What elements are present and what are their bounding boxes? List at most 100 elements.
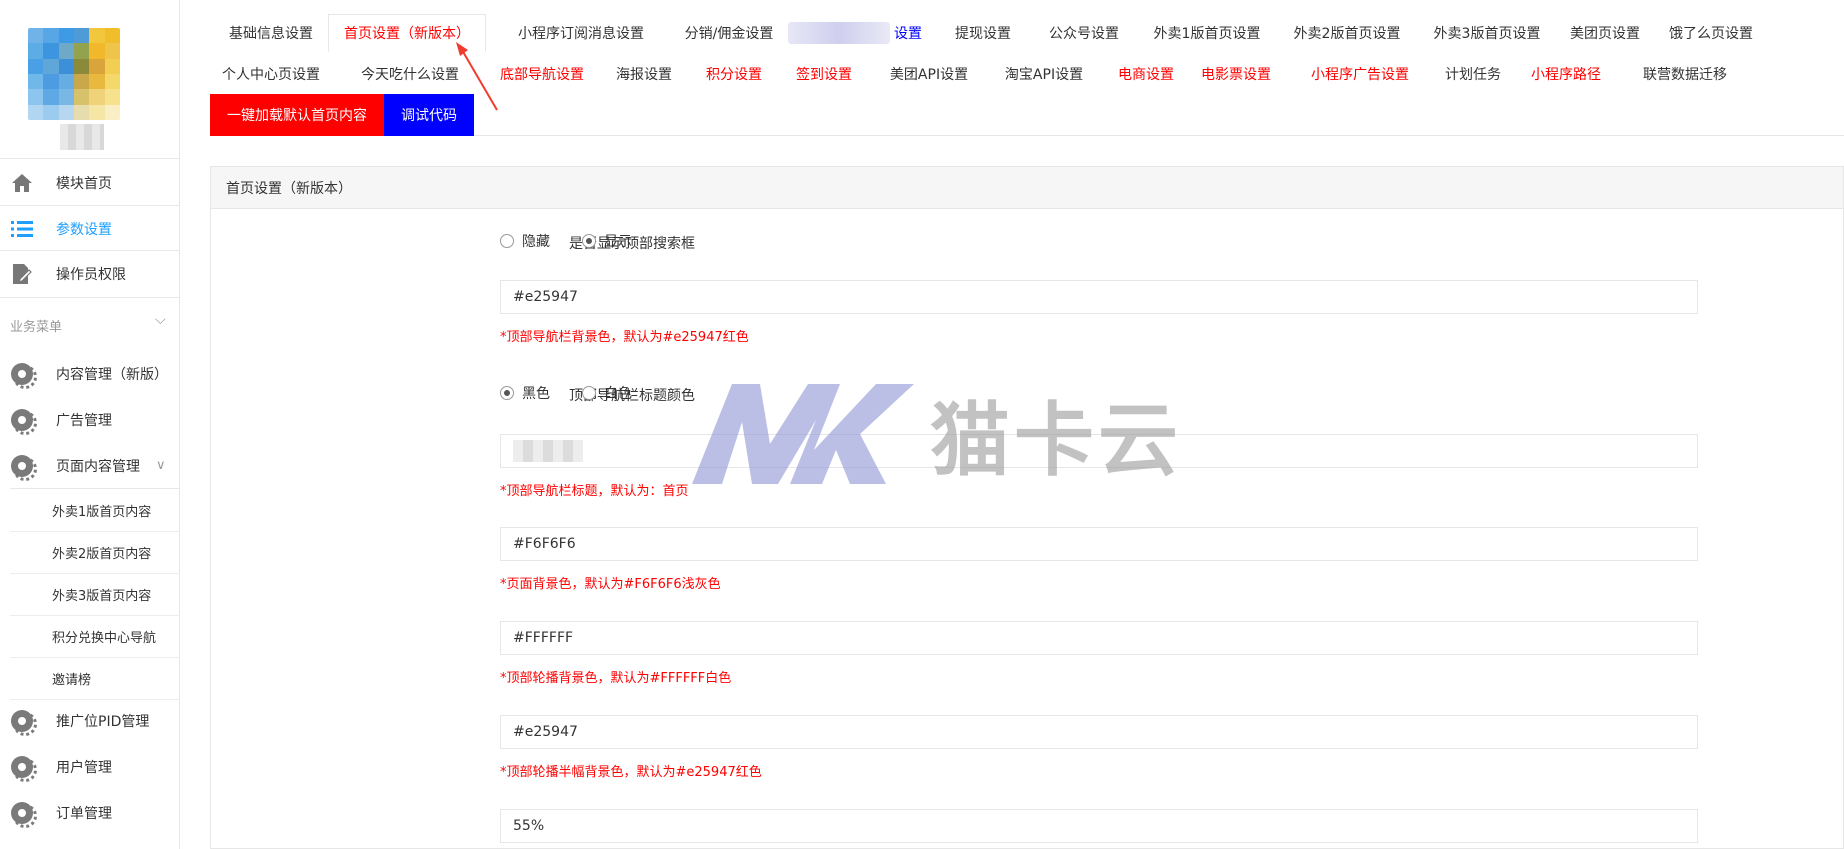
sidebar: 模块首页 参数设置 操作员权限 业务菜单 ⌵ 内容管理（新版） 广告管理 页面内… [0, 0, 180, 849]
tab-blurred-settings[interactable]: 设置 [882, 14, 934, 52]
menu-item-pid-management[interactable]: 推广位PID管理 [0, 698, 180, 743]
tab-profile-page[interactable]: 个人中心页设置 [216, 55, 326, 93]
menu-item-content-management[interactable]: 内容管理（新版） [0, 351, 180, 396]
field-hint: *顶部导航栏背景色，默认为#e25947红色 [500, 330, 749, 345]
chevron-down-icon: ∨ [156, 458, 166, 473]
tab-poster[interactable]: 海报设置 [604, 55, 684, 93]
radio-label: 显示 [604, 234, 632, 250]
menu-label: 推广位PID管理 [56, 713, 150, 730]
gear-icon [10, 801, 37, 828]
nav-title-value-blurred [513, 440, 583, 462]
divider [10, 488, 180, 489]
menu-item-user-management[interactable]: 用户管理 [0, 744, 180, 789]
tab-home-settings-new[interactable]: 首页设置（新版本） [328, 14, 486, 52]
menu-label: 用户管理 [56, 759, 112, 776]
carousel-half-bg-color-input[interactable]: #e25947 [500, 715, 1698, 749]
avatar-logo [28, 28, 120, 120]
chevron-down-icon[interactable]: ⌵ [155, 312, 166, 328]
panel-title: 首页设置（新版本） [211, 167, 1843, 209]
nav-item-operator-permissions[interactable]: 操作员权限 [0, 251, 180, 296]
menu-item-order-management[interactable]: 订单管理 [0, 790, 180, 835]
nav-title-input[interactable] [500, 434, 1698, 468]
form-row-page-bg: 页面背景色 #F6F6F6 *页面背景色，默认为#F6F6F6浅灰色 [211, 527, 1843, 597]
tab-meituan-api[interactable]: 美团API设置 [874, 55, 984, 93]
form-row-nav-bg: 顶部导航栏背景色 #e25947 *顶部导航栏背景色，默认为#e25947红色 [211, 280, 1843, 350]
form-row-carousel-top-height: 顶部轮播背景上部高度 55% [211, 809, 1843, 845]
radio-indicator [500, 386, 514, 400]
username-blurred [60, 124, 104, 150]
field-hint: *顶部轮播半幅背景色，默认为#e25947红色 [500, 765, 762, 780]
tab-official-account[interactable]: 公众号设置 [1032, 14, 1136, 52]
tab-points[interactable]: 积分设置 [694, 55, 774, 93]
carousel-top-height-input[interactable]: 55% [500, 809, 1698, 843]
tab-ecommerce[interactable]: 电商设置 [1106, 55, 1186, 93]
nav-item-params[interactable]: 参数设置 [0, 206, 180, 251]
sub-item-takeaway2-home[interactable]: 外卖2版首页内容 [10, 532, 180, 574]
settings-tabs: 基础信息设置 首页设置（新版本） 小程序订阅消息设置 分销/佣金设置 设置 提现… [210, 14, 1844, 136]
sub-item-points-nav[interactable]: 积分兑换中心导航 [10, 616, 180, 658]
field-hint: *顶部导航栏标题，默认为：首页 [500, 484, 689, 499]
debug-code-button[interactable]: 调试代码 [384, 94, 474, 136]
page-bg-color-input[interactable]: #F6F6F6 [500, 527, 1698, 561]
carousel-bg-color-input[interactable]: #FFFFFF [500, 621, 1698, 655]
tab-distribution-commission[interactable]: 分销/佣金设置 [670, 14, 788, 52]
tab-withdraw[interactable]: 提现设置 [938, 14, 1028, 52]
radio-label: 隐藏 [522, 234, 550, 250]
radio-indicator [500, 234, 514, 248]
field-hint: *页面背景色，默认为#F6F6F6浅灰色 [500, 577, 721, 592]
sub-item-label: 积分兑换中心导航 [52, 631, 157, 646]
form-row-nav-title-color: 顶部导航栏标题颜色 黑色 白色 [211, 383, 1843, 407]
tab-bottom-nav[interactable]: 底部导航设置 [484, 55, 600, 93]
gear-icon [10, 408, 37, 435]
menu-label: 广告管理 [56, 412, 112, 429]
load-default-home-button[interactable]: 一键加载默认首页内容 [210, 94, 384, 136]
radio-show[interactable]: 显示 [582, 231, 632, 251]
tab-takeaway3-home[interactable]: 外卖3版首页设置 [1420, 14, 1554, 52]
sub-item-label: 外卖3版首页内容 [52, 589, 152, 604]
menu-item-ad-management[interactable]: 广告管理 [0, 397, 180, 442]
menu-label: 订单管理 [56, 805, 112, 822]
form-row-carousel-bg: 顶部轮播背景色 #FFFFFF *顶部轮播背景色，默认为#FFFFFF白色 [211, 621, 1843, 691]
section-title-business-menu: 业务菜单 [10, 320, 63, 335]
sub-item-takeaway1-home[interactable]: 外卖1版首页内容 [10, 490, 180, 532]
nav-bg-color-input[interactable]: #e25947 [500, 280, 1698, 314]
gear-icon [10, 454, 37, 481]
radio-black[interactable]: 黑色 [500, 383, 550, 403]
nav-label: 模块首页 [56, 175, 112, 192]
gear-icon [10, 362, 37, 389]
tab-takeaway1-home[interactable]: 外卖1版首页设置 [1140, 14, 1274, 52]
document-edit-icon [10, 262, 34, 286]
menu-label: 内容管理（新版） [56, 366, 168, 383]
tab-taobao-api[interactable]: 淘宝API设置 [988, 55, 1100, 93]
tab-mini-program-path[interactable]: 小程序路径 [1516, 55, 1616, 93]
nav-label: 操作员权限 [56, 266, 126, 283]
radio-hide[interactable]: 隐藏 [500, 231, 550, 251]
menu-item-page-content-management[interactable]: 页面内容管理 ∨ [0, 443, 180, 488]
radio-indicator [582, 234, 596, 248]
home-icon [10, 171, 34, 195]
nav-label: 参数设置 [56, 221, 112, 238]
tab-takeaway2-home[interactable]: 外卖2版首页设置 [1280, 14, 1414, 52]
sub-item-label: 外卖1版首页内容 [52, 505, 152, 520]
sub-item-takeaway3-home[interactable]: 外卖3版首页内容 [10, 574, 180, 616]
sub-item-invite-rank[interactable]: 邀请榜 [10, 658, 180, 700]
tab-what-to-eat[interactable]: 今天吃什么设置 [350, 55, 470, 93]
divider [0, 297, 180, 298]
tab-meituan-page[interactable]: 美团页设置 [1560, 14, 1650, 52]
tab-data-migration[interactable]: 联营数据迁移 [1622, 55, 1748, 93]
nav-item-module-home[interactable]: 模块首页 [0, 160, 180, 205]
tab-mini-program-subscribe[interactable]: 小程序订阅消息设置 [492, 14, 670, 52]
tab-checkin[interactable]: 签到设置 [784, 55, 864, 93]
tab-eleme-page[interactable]: 饿了么页设置 [1656, 14, 1766, 52]
radio-white[interactable]: 白色 [582, 383, 632, 403]
tab-movie-ticket[interactable]: 电影票设置 [1190, 55, 1282, 93]
gear-icon [10, 755, 37, 782]
menu-label: 页面内容管理 [56, 458, 140, 475]
radio-label: 白色 [604, 386, 632, 402]
tab-scheduled-tasks[interactable]: 计划任务 [1432, 55, 1514, 93]
list-icon [10, 217, 34, 241]
tab-mini-program-ads[interactable]: 小程序广告设置 [1290, 55, 1430, 93]
form-row-nav-title: 顶部导航栏标题 *顶部导航栏标题，默认为：首页 [211, 434, 1843, 504]
radio-indicator [582, 386, 596, 400]
tab-basic-info[interactable]: 基础信息设置 [216, 14, 326, 52]
